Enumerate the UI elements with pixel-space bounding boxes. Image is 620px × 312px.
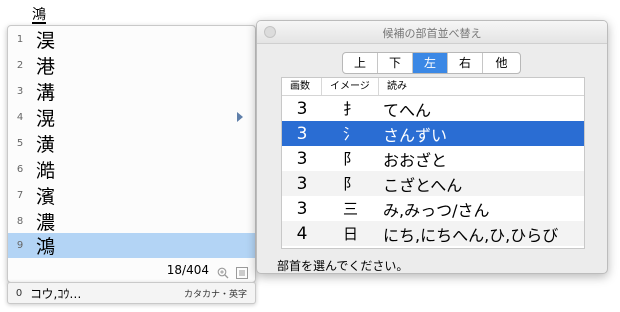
candidate-number: 3 [16,85,24,97]
cell-image: 日 [342,225,358,243]
tab-left[interactable]: 左 [413,53,448,73]
table-row[interactable]: 4 日 にち,にちへん,ひ,ひらび [282,221,584,246]
conversion-bar[interactable]: 0 コウ,ｺｳ… カタカナ・英字 [7,282,256,304]
window-title: 候補の部首並べ替え [382,27,482,40]
cell-image: 阝 [342,175,358,193]
candidate-item[interactable]: 2 港 [8,52,255,78]
cell-reading: こざとへん [383,175,463,195]
candidate-number: 5 [16,137,24,149]
position-segmented-control: 上 下 左 右 他 [342,52,521,74]
table-row[interactable]: 3 扌 てへん [282,96,584,121]
table-row-selected[interactable]: 3 氵 さんずい [282,121,584,146]
conversion-number: 0 [15,287,23,299]
cell-strokes: 3 [296,98,308,119]
candidate-item[interactable]: 3 溝 [8,78,255,104]
candidate-text: 溝 [36,81,56,104]
composing-text: 鴻 [32,7,46,23]
zoom-in-icon[interactable] [217,264,229,279]
table-row[interactable]: 3 阝 おおざと [282,146,584,171]
candidate-text: 鴻 [36,236,56,258]
candidate-footer: 18/404 [8,258,255,282]
candidate-text: 濃 [36,211,56,234]
candidate-text: 澔 [36,159,56,182]
candidate-number: 1 [16,33,24,45]
tab-bottom[interactable]: 下 [378,53,413,73]
list-view-icon[interactable] [236,264,248,279]
column-header-reading[interactable]: 読み [379,78,584,95]
candidate-number: 6 [16,163,24,175]
candidate-panel: 1 淏 2 港 3 溝 4 滉 5 潢 6 澔 7 濱 8 濃 9 鴻 18/4… [7,25,256,283]
candidate-item[interactable]: 6 澔 [8,156,255,182]
candidate-number: 4 [16,111,24,123]
status-text: 部首を選んでください。 [277,259,409,273]
cell-reading: にち,にちへん,ひ,ひらび [383,225,559,245]
tab-top[interactable]: 上 [343,53,378,73]
table-row[interactable]: 3 三 み,みっつ/さん [282,196,584,221]
cell-image: 阝 [342,150,358,168]
candidate-text: 潢 [36,133,56,156]
title-bar[interactable]: 候補の部首並べ替え [257,21,607,44]
candidate-text: 港 [36,55,56,78]
cell-strokes: 3 [296,173,308,194]
cell-strokes: 3 [296,123,308,144]
candidate-item-selected[interactable]: 9 鴻 [8,233,255,258]
candidate-number: 9 [16,240,24,251]
conversion-mode: カタカナ・英字 [183,289,247,300]
radical-table: 画数 イメージ 読み 3 扌 てへん 3 氵 さんずい 3 阝 おおざと 3 阝… [281,77,585,249]
cell-strokes: 3 [296,198,308,219]
column-header-strokes[interactable]: 画数 [282,78,322,95]
cell-reading: てへん [383,100,432,120]
cell-strokes: 4 [296,223,308,244]
cell-image: 扌 [342,100,358,118]
radical-sort-window: 候補の部首並べ替え 上 下 左 右 他 画数 イメージ 読み 3 扌 てへん 3… [256,20,608,274]
candidate-item[interactable]: 4 滉 [8,104,255,130]
table-row[interactable]: 3 阝 こざとへん [282,171,584,196]
cell-reading: み,みっつ/さん [383,200,490,220]
conversion-text: コウ,ｺｳ… [30,286,82,301]
tab-other[interactable]: 他 [483,53,520,73]
candidate-item[interactable]: 7 濱 [8,182,255,208]
candidate-item[interactable]: 1 淏 [8,26,255,52]
candidate-number: 2 [16,59,24,71]
page-count: 18/404 [166,263,209,277]
table-header: 画数 イメージ 読み [282,78,584,96]
tab-right[interactable]: 右 [448,53,483,73]
cell-reading: おおざと [383,150,448,170]
column-header-image[interactable]: イメージ [322,78,379,95]
candidate-number: 7 [16,189,24,201]
submenu-arrow-icon[interactable] [237,112,243,122]
candidate-text: 淏 [36,29,56,52]
candidate-number: 8 [16,215,24,227]
candidate-text: 滉 [36,107,56,130]
candidate-item[interactable]: 5 潢 [8,130,255,156]
candidate-item[interactable]: 8 濃 [8,208,255,234]
candidate-text: 濱 [36,185,56,208]
cell-reading: さんずい [383,125,448,145]
cell-strokes: 3 [296,148,308,169]
cell-image: 三 [342,200,358,218]
cell-image: 氵 [342,125,358,143]
